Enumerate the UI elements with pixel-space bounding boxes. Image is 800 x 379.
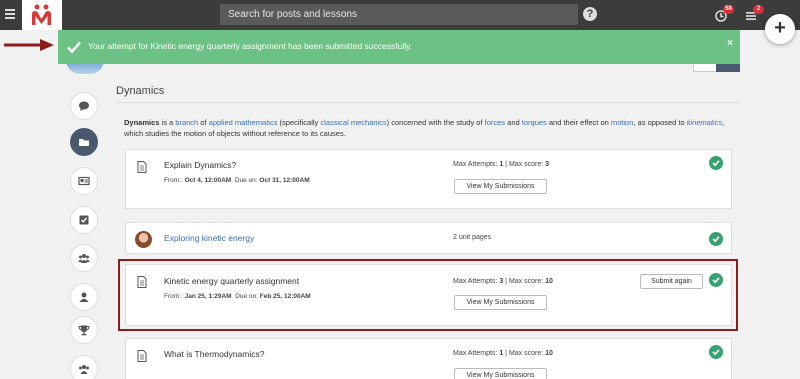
completed-check-icon: [709, 156, 723, 170]
item-title[interactable]: What is Thermodynamics?: [164, 349, 264, 359]
item-title[interactable]: Explain Dynamics?: [164, 160, 236, 170]
create-button[interactable]: +: [765, 14, 795, 44]
arrow-annotation-icon: [4, 39, 54, 51]
list-item[interactable]: Exploring kinetic energy 2 unit pages: [125, 222, 732, 254]
checkmark-icon: [67, 41, 81, 54]
link-torques[interactable]: torques: [522, 118, 547, 127]
link-classical-mechanics[interactable]: classical mechanics: [320, 118, 386, 127]
success-toast: Your attempt for Kinetic energy quarterl…: [58, 30, 740, 64]
description-term: Dynamics: [124, 118, 160, 127]
description-text: is a: [159, 118, 176, 127]
checkbox-icon[interactable]: [70, 206, 98, 234]
item-stats: Max Attempts: 1 | Max score: 10: [453, 350, 553, 357]
section-title: Dynamics: [116, 85, 165, 97]
score-value: 3: [545, 161, 550, 168]
document-icon: [137, 350, 147, 362]
notifications-button[interactable]: 58: [715, 5, 734, 23]
description-text: and their effect on: [546, 118, 611, 127]
from-label: From::: [164, 177, 183, 184]
score-label: Max score:: [508, 350, 544, 357]
link-branch[interactable]: branch: [175, 118, 198, 127]
highlight-annotation: [118, 259, 738, 331]
completed-check-icon: [709, 232, 723, 246]
link-motion[interactable]: motion: [611, 118, 634, 127]
notifications-badge: 58: [723, 5, 734, 14]
trophy-icon[interactable]: [70, 316, 98, 344]
messages-button[interactable]: 2: [745, 5, 764, 23]
score-value: 10: [545, 350, 553, 357]
item-dates: From:: Oct 4, 12:00AM Due on: Oct 31, 12…: [164, 177, 310, 184]
user-icon[interactable]: [70, 283, 98, 311]
description-text: ) concerned with the study of: [386, 118, 485, 127]
description-text: , as opposed to: [633, 118, 687, 127]
left-rail: [58, 64, 108, 379]
id-card-icon[interactable]: [70, 167, 98, 195]
description-text: of: [198, 118, 209, 127]
document-icon: [137, 161, 147, 173]
help-icon[interactable]: ?: [583, 7, 597, 21]
unit-pages-count: 2 unit pages: [453, 234, 492, 241]
messages-badge: 2: [753, 5, 764, 14]
top-bar: Search for posts and lessons ? 58 2: [0, 0, 800, 30]
divider: [116, 102, 740, 103]
item-title[interactable]: Exploring kinetic energy: [164, 233, 254, 243]
search-placeholder: Search for posts and lessons: [228, 9, 357, 20]
due-date: Oct 31, 12:00AM: [259, 177, 310, 184]
group-icon[interactable]: [70, 355, 98, 379]
close-icon[interactable]: ×: [727, 38, 733, 49]
description-text: (specifically: [277, 118, 321, 127]
score-label: Max score:: [508, 161, 544, 168]
lesson-thumbnail: [135, 231, 152, 248]
link-forces[interactable]: forces: [485, 118, 505, 127]
folder-icon[interactable]: [70, 128, 98, 156]
attempts-value: 1: [499, 161, 504, 168]
search-input[interactable]: Search for posts and lessons: [220, 4, 578, 25]
item-stats: Max Attempts: 1 | Max score: 3: [453, 161, 549, 168]
view-submissions-button[interactable]: View My Submissions: [454, 179, 547, 194]
comment-icon[interactable]: [70, 92, 98, 120]
description-text: and: [505, 118, 522, 127]
completed-check-icon: [709, 345, 723, 359]
separator: |: [505, 350, 507, 357]
link-kinematics[interactable]: kinematics: [687, 118, 722, 127]
group-icon[interactable]: [70, 244, 98, 272]
due-label: Due on:: [234, 177, 258, 184]
toast-message: Your attempt for Kinetic energy quarterl…: [88, 41, 413, 51]
list-item[interactable]: What is Thermodynamics? Max Attempts: 1 …: [125, 338, 732, 379]
hamburger-menu-icon[interactable]: [5, 9, 15, 19]
link-applied-mathematics[interactable]: applied mathematics: [209, 118, 278, 127]
section-description: Dynamics is a branch of applied mathemat…: [124, 117, 744, 139]
attempts-label: Max Attempts:: [453, 161, 498, 168]
list-item[interactable]: Explain Dynamics? From:: Oct 4, 12:00AM …: [125, 149, 732, 209]
view-submissions-button[interactable]: View My Submissions: [454, 368, 547, 379]
attempts-value: 1: [499, 350, 504, 357]
app-logo[interactable]: [22, 0, 62, 30]
attempts-label: Max Attempts:: [453, 350, 498, 357]
separator: |: [505, 161, 507, 168]
from-date: Oct 4, 12:00AM: [184, 177, 232, 184]
